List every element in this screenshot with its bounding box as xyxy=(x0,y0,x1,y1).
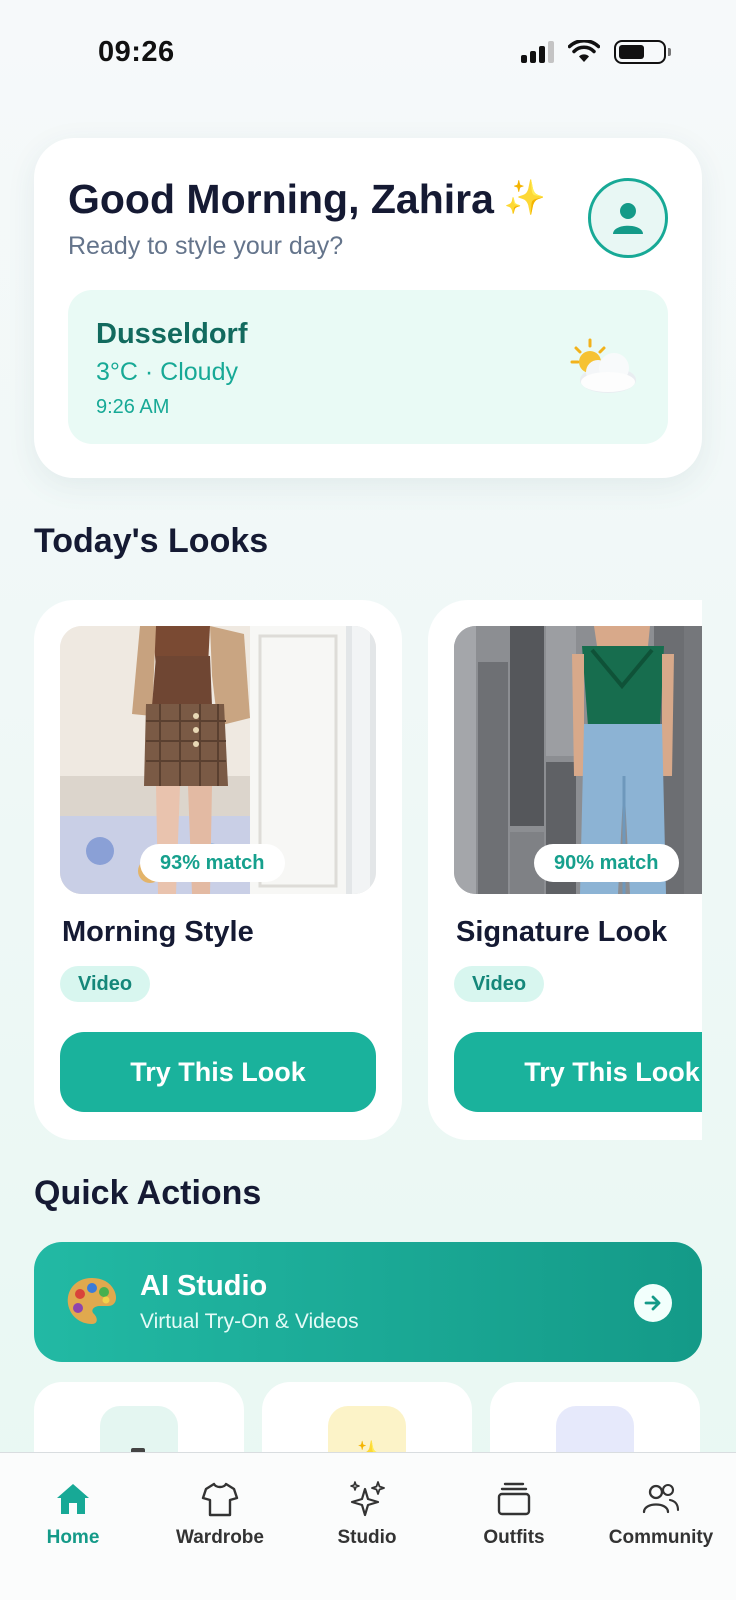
video-tag: Video xyxy=(60,966,151,1002)
battery-icon xyxy=(614,40,671,64)
nav-label: Community xyxy=(608,1527,714,1548)
status-time: 09:26 xyxy=(98,36,175,68)
ai-studio-banner[interactable]: AI Studio Virtual Try-On & Videos xyxy=(34,1242,702,1362)
nav-studio[interactable]: Studio xyxy=(297,1479,437,1549)
sparkle-icon: ✨ xyxy=(503,179,547,217)
weather-widget[interactable]: Dusseldorf 3°C · Cloudy 9:26 AM xyxy=(68,290,668,444)
look-card[interactable]: 93% match Morning Style Video Try This L… xyxy=(34,600,402,1140)
nav-label: Wardrobe xyxy=(176,1527,264,1548)
nav-label: Home xyxy=(46,1527,100,1548)
match-badge: 90% match xyxy=(534,844,679,882)
weather-condition: 3°C · Cloudy xyxy=(96,358,238,386)
arrow-right-icon[interactable] xyxy=(634,1284,672,1322)
shirt-icon xyxy=(201,1482,239,1517)
status-bar: 09:26 xyxy=(0,0,736,100)
look-photo: 90% match xyxy=(454,626,702,894)
ai-studio-subtitle: Virtual Try-On & Videos xyxy=(140,1310,359,1333)
cellular-signal-icon xyxy=(521,41,554,63)
nav-label: Studio xyxy=(337,1527,397,1548)
sun-behind-cloud-icon xyxy=(570,338,636,393)
sparkles-icon xyxy=(350,1481,385,1517)
greeting-card: Good Morning, Zahira ✨ Ready to style you… xyxy=(34,138,702,478)
look-name: Morning Style xyxy=(62,916,254,948)
bottom-navigation: Home Wardrobe Studio Outfits Community xyxy=(0,1452,736,1600)
ai-studio-title: AI Studio xyxy=(140,1270,268,1302)
greeting-title: Good Morning, Zahira ✨ xyxy=(68,176,546,223)
nav-label: Outfits xyxy=(483,1527,545,1548)
video-tag: Video xyxy=(454,966,545,1002)
weather-city: Dusseldorf xyxy=(96,318,248,350)
look-photo: 93% match xyxy=(60,626,376,894)
match-badge: 93% match xyxy=(140,844,285,882)
todays-looks-title: Today's Looks xyxy=(34,522,269,560)
nav-wardrobe[interactable]: Wardrobe xyxy=(150,1479,290,1549)
palette-icon xyxy=(67,1278,116,1324)
look-name: Signature Look xyxy=(456,916,668,948)
people-icon xyxy=(642,1483,680,1514)
try-this-look-button[interactable]: Try This Look xyxy=(454,1032,702,1112)
try-this-look-button[interactable]: Try This Look xyxy=(60,1032,376,1112)
greeting-subtitle: Ready to style your day? xyxy=(68,232,344,260)
nav-outfits[interactable]: Outfits xyxy=(444,1479,584,1549)
status-icons xyxy=(521,40,671,64)
profile-avatar-button[interactable] xyxy=(588,178,668,258)
looks-carousel[interactable]: 93% match Morning Style Video Try This L… xyxy=(34,600,702,1140)
greeting-text: Good Morning, Zahira xyxy=(68,176,494,222)
quick-actions-title: Quick Actions xyxy=(34,1174,262,1212)
wifi-icon xyxy=(568,40,600,62)
user-icon xyxy=(613,203,643,234)
nav-community[interactable]: Community xyxy=(591,1479,731,1549)
look-card[interactable]: 90% match Signature Look Video Try This … xyxy=(428,600,702,1140)
stack-icon xyxy=(497,1482,531,1516)
nav-home[interactable]: Home xyxy=(3,1479,143,1549)
home-icon xyxy=(57,1484,89,1514)
weather-time: 9:26 AM xyxy=(96,396,170,418)
